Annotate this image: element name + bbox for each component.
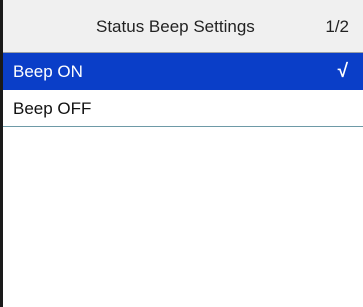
settings-screen: Status Beep Settings 1/2 Beep ON √ Beep … [0, 0, 363, 307]
menu-item-beep-on[interactable]: Beep ON √ [3, 53, 363, 90]
page-indicator: 1/2 [325, 17, 349, 36]
title-bar: Status Beep Settings 1/2 [3, 0, 363, 53]
page-title: Status Beep Settings [96, 17, 255, 36]
menu-item-label: Beep OFF [13, 99, 92, 118]
menu-item-beep-off[interactable]: Beep OFF [3, 90, 363, 127]
menu-list: Beep ON √ Beep OFF [3, 53, 363, 127]
checkmark-icon: √ [337, 61, 348, 82]
menu-item-label: Beep ON [13, 62, 83, 81]
